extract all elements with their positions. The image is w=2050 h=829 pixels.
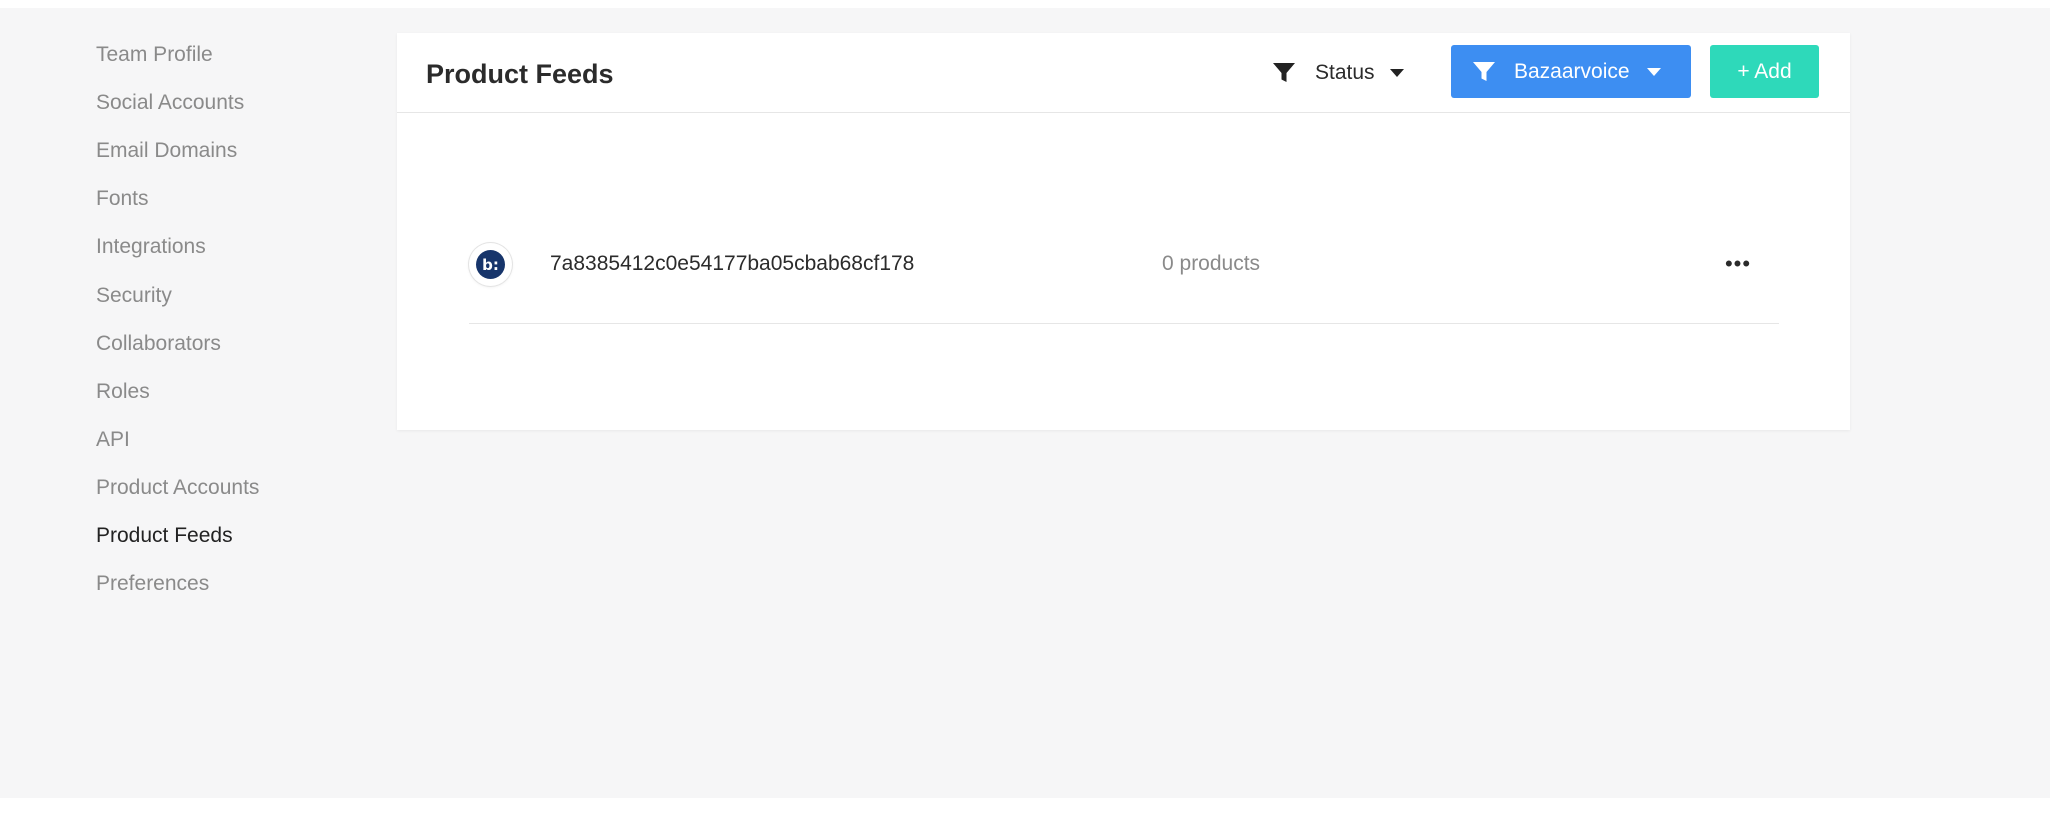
feed-name[interactable]: 7a8385412c0e54177ba05cbab68cf178 bbox=[550, 251, 914, 277]
filter-icon bbox=[1473, 61, 1495, 81]
sidebar-item-social-accounts[interactable]: Social Accounts bbox=[96, 90, 244, 116]
sidebar-item-security[interactable]: Security bbox=[96, 283, 172, 309]
chevron-down-icon bbox=[1389, 69, 1404, 77]
page-title: Product Feeds bbox=[426, 59, 614, 89]
sidebar-item-fonts[interactable]: Fonts bbox=[96, 186, 149, 212]
product-feeds-panel: Product Feeds Status Bazaarvoice + Add b… bbox=[397, 33, 1850, 430]
chevron-down-icon bbox=[1646, 67, 1661, 76]
sidebar-item-collaborators[interactable]: Collaborators bbox=[96, 331, 221, 357]
panel-header: Product Feeds Status Bazaarvoice + Add bbox=[397, 33, 1850, 113]
row-divider bbox=[469, 323, 1779, 324]
source-filter-button[interactable]: Bazaarvoice bbox=[1451, 45, 1691, 98]
filter-icon bbox=[1273, 63, 1295, 82]
settings-page: Team Profile Social Accounts Email Domai… bbox=[0, 8, 2050, 798]
sidebar-item-preferences[interactable]: Preferences bbox=[96, 571, 209, 597]
sidebar-item-integrations[interactable]: Integrations bbox=[96, 234, 206, 260]
add-feed-button[interactable]: + Add bbox=[1710, 45, 1819, 98]
status-filter-label: Status bbox=[1315, 61, 1375, 84]
settings-sidebar: Team Profile Social Accounts Email Domai… bbox=[0, 8, 380, 798]
source-filter-label: Bazaarvoice bbox=[1514, 59, 1630, 83]
sidebar-item-api[interactable]: API bbox=[96, 427, 130, 453]
bazaarvoice-logo: b: bbox=[469, 243, 512, 286]
more-options-icon[interactable]: ••• bbox=[1723, 250, 1753, 278]
sidebar-item-product-accounts[interactable]: Product Accounts bbox=[96, 475, 259, 501]
sidebar-item-email-domains[interactable]: Email Domains bbox=[96, 138, 237, 164]
feed-product-count: 0 products bbox=[1162, 252, 1261, 275]
sidebar-item-roles[interactable]: Roles bbox=[96, 379, 150, 405]
sidebar-item-product-feeds[interactable]: Product Feeds bbox=[96, 523, 233, 549]
bazaarvoice-logo-mark: b: bbox=[476, 250, 505, 279]
sidebar-item-team-profile[interactable]: Team Profile bbox=[96, 42, 213, 68]
status-filter-dropdown[interactable]: Status bbox=[1272, 56, 1405, 90]
